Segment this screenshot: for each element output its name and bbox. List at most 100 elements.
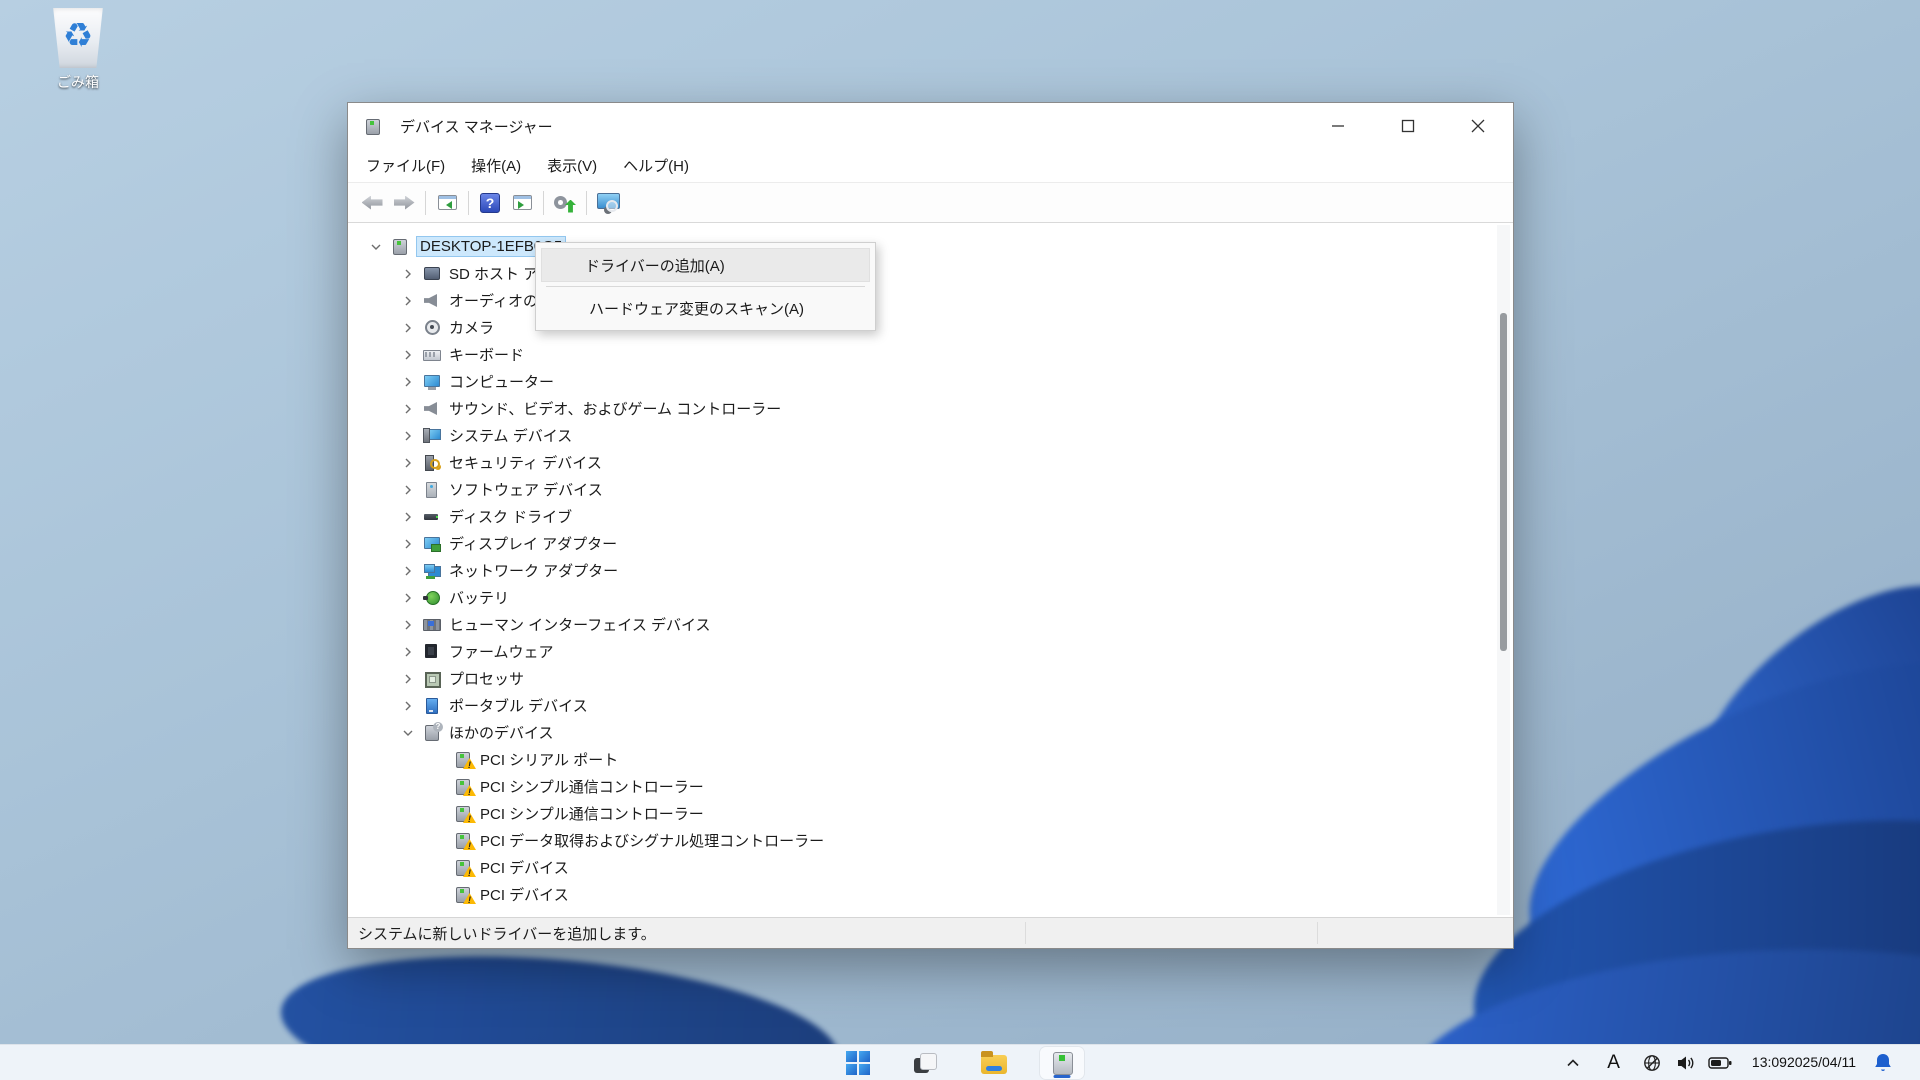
battery-button[interactable]: [1708, 1056, 1732, 1070]
chevron-right-icon[interactable]: [400, 509, 416, 525]
tree-item-sound[interactable]: サウンド、ビデオ、およびゲーム コントローラー: [348, 395, 1513, 422]
tree-item-pci-serial-port[interactable]: PCI シリアル ポート: [348, 746, 1513, 773]
computer-icon: [391, 238, 409, 255]
tree-item-network-adapters[interactable]: ネットワーク アダプター: [348, 557, 1513, 584]
add-drivers-button[interactable]: [549, 188, 581, 218]
tree-item-label: ファームウェア: [449, 644, 554, 661]
tree-item-label: バッテリ: [449, 590, 510, 607]
tree-item-keyboard[interactable]: キーボード: [348, 341, 1513, 368]
tree-item-other-devices[interactable]: ほかのデバイス: [348, 719, 1513, 746]
help-icon: [480, 192, 500, 213]
chevron-right-icon[interactable]: [400, 671, 416, 687]
chevron-right-icon[interactable]: [400, 428, 416, 444]
toolbar-separator: [543, 190, 544, 215]
sd-host-adapter-icon: [423, 265, 441, 282]
tree-item-pci-data-acquisition[interactable]: PCI データ取得およびシグナル処理コントローラー: [348, 827, 1513, 854]
maximize-icon: [1401, 119, 1415, 133]
tree-item-pci-simple-comm[interactable]: PCI シンプル通信コントローラー: [348, 773, 1513, 800]
tree-item-firmware[interactable]: ファームウェア: [348, 638, 1513, 665]
menu-help[interactable]: ヘルプ(H): [610, 151, 702, 180]
properties-button[interactable]: [506, 188, 538, 218]
tree-item-computer[interactable]: コンピューター: [348, 368, 1513, 395]
tree-item-disk-drives[interactable]: ディスク ドライブ: [348, 503, 1513, 530]
warning-triangle-icon: [463, 839, 476, 850]
chevron-right-icon[interactable]: [400, 482, 416, 498]
device-manager-icon: [1049, 1051, 1075, 1075]
notifications-button[interactable]: [1872, 1052, 1894, 1074]
menu-view[interactable]: 表示(V): [534, 151, 610, 180]
disk-drive-icon: [423, 508, 441, 525]
title-bar[interactable]: デバイス マネージャー: [348, 103, 1513, 149]
device-manager-app-icon: [364, 118, 382, 135]
chevron-right-icon[interactable]: [400, 455, 416, 471]
show-hide-console-tree-button[interactable]: [431, 188, 463, 218]
chevron-right-icon[interactable]: [400, 320, 416, 336]
tree-item-pci-device[interactable]: PCI デバイス: [348, 854, 1513, 881]
tree-item-display-adapters[interactable]: ディスプレイ アダプター: [348, 530, 1513, 557]
chevron-right-icon[interactable]: [400, 644, 416, 660]
chevron-right-icon[interactable]: [400, 347, 416, 363]
chevron-right-icon[interactable]: [400, 536, 416, 552]
forward-button[interactable]: [388, 188, 420, 218]
back-button[interactable]: [356, 188, 388, 218]
chevron-right-icon[interactable]: [400, 590, 416, 606]
tree-item-portable-devices[interactable]: ポータブル デバイス: [348, 692, 1513, 719]
tree-item-pci-simple-comm[interactable]: PCI シンプル通信コントローラー: [348, 800, 1513, 827]
chevron-right-icon[interactable]: [400, 401, 416, 417]
tree-item-audio[interactable]: オーディオの入力および出力: [348, 287, 1513, 314]
software-devices-icon: [423, 481, 441, 498]
chevron-right-icon[interactable]: [400, 266, 416, 282]
minimize-button[interactable]: [1303, 103, 1373, 149]
unknown-device-warning-icon: [454, 859, 476, 877]
device-manager-taskbar-button[interactable]: [1040, 1046, 1084, 1079]
scan-hardware-changes-button[interactable]: [592, 188, 624, 218]
context-menu-separator: [546, 286, 865, 287]
start-button[interactable]: [836, 1047, 880, 1079]
window-title: デバイス マネージャー: [400, 118, 553, 136]
recycle-bin[interactable]: ごみ箱: [38, 8, 118, 92]
tree-item-processors[interactable]: プロセッサ: [348, 665, 1513, 692]
tree-item-batteries[interactable]: バッテリ: [348, 584, 1513, 611]
warning-triangle-icon: [463, 812, 476, 823]
volume-button[interactable]: [1676, 1054, 1696, 1072]
tree-item-computer-root[interactable]: DESKTOP-1EFB0G5: [348, 233, 1513, 260]
network-status-button[interactable]: [1642, 1053, 1662, 1073]
tray-overflow-button[interactable]: [1565, 1056, 1581, 1070]
chevron-right-icon[interactable]: [400, 563, 416, 579]
chevron-right-icon[interactable]: [400, 293, 416, 309]
chevron-right-icon[interactable]: [400, 617, 416, 633]
chevron-right-icon[interactable]: [400, 698, 416, 714]
context-menu-item-scan-hardware-changes[interactable]: ハードウェア変更のスキャン(A): [541, 291, 870, 325]
tree-item-camera[interactable]: カメラ: [348, 314, 1513, 341]
tree-item-pci-device[interactable]: PCI デバイス: [348, 881, 1513, 908]
desktop: ごみ箱 デバイス マネージャー ファイル(F) 操作(A) 表示(V): [0, 0, 1920, 1080]
chevron-right-icon[interactable]: [400, 374, 416, 390]
close-button[interactable]: [1443, 103, 1513, 149]
unknown-device-warning-icon: [454, 751, 476, 769]
menu-action[interactable]: 操作(A): [458, 151, 534, 180]
file-explorer-button[interactable]: [972, 1047, 1016, 1079]
chevron-down-icon[interactable]: [368, 239, 384, 255]
maximize-button[interactable]: [1373, 103, 1443, 149]
tree-item-label: キーボード: [449, 347, 525, 364]
ime-mode-button[interactable]: A: [1607, 1052, 1620, 1074]
scrollbar-thumb[interactable]: [1500, 313, 1507, 651]
context-menu-item-label: ドライバーの追加(A): [585, 257, 725, 275]
task-view-button[interactable]: [904, 1047, 948, 1079]
tree-item-label: ポータブル デバイス: [449, 698, 588, 715]
tree-item-software-devices[interactable]: ソフトウェア デバイス: [348, 476, 1513, 503]
tree-item-security-devices[interactable]: セキュリティ デバイス: [348, 449, 1513, 476]
clock[interactable]: 13:09 2025/04/11: [1752, 1054, 1856, 1071]
tree-item-sd-host[interactable]: SD ホスト アダプター: [348, 260, 1513, 287]
tree-item-hid[interactable]: ヒューマン インターフェイス デバイス: [348, 611, 1513, 638]
chevron-down-icon[interactable]: [400, 725, 416, 741]
tree-item-system-devices[interactable]: システム デバイス: [348, 422, 1513, 449]
tree-item-label: PCI デバイス: [480, 887, 569, 904]
tree-item-label: ディスク ドライブ: [449, 509, 573, 526]
menu-file[interactable]: ファイル(F): [353, 151, 458, 180]
keyboard-icon: [423, 346, 441, 363]
context-menu-item-add-drivers[interactable]: ドライバーの追加(A): [541, 248, 870, 282]
vertical-scrollbar[interactable]: [1497, 225, 1510, 915]
tree-item-label: ほかのデバイス: [449, 725, 554, 742]
help-button[interactable]: [474, 188, 506, 218]
